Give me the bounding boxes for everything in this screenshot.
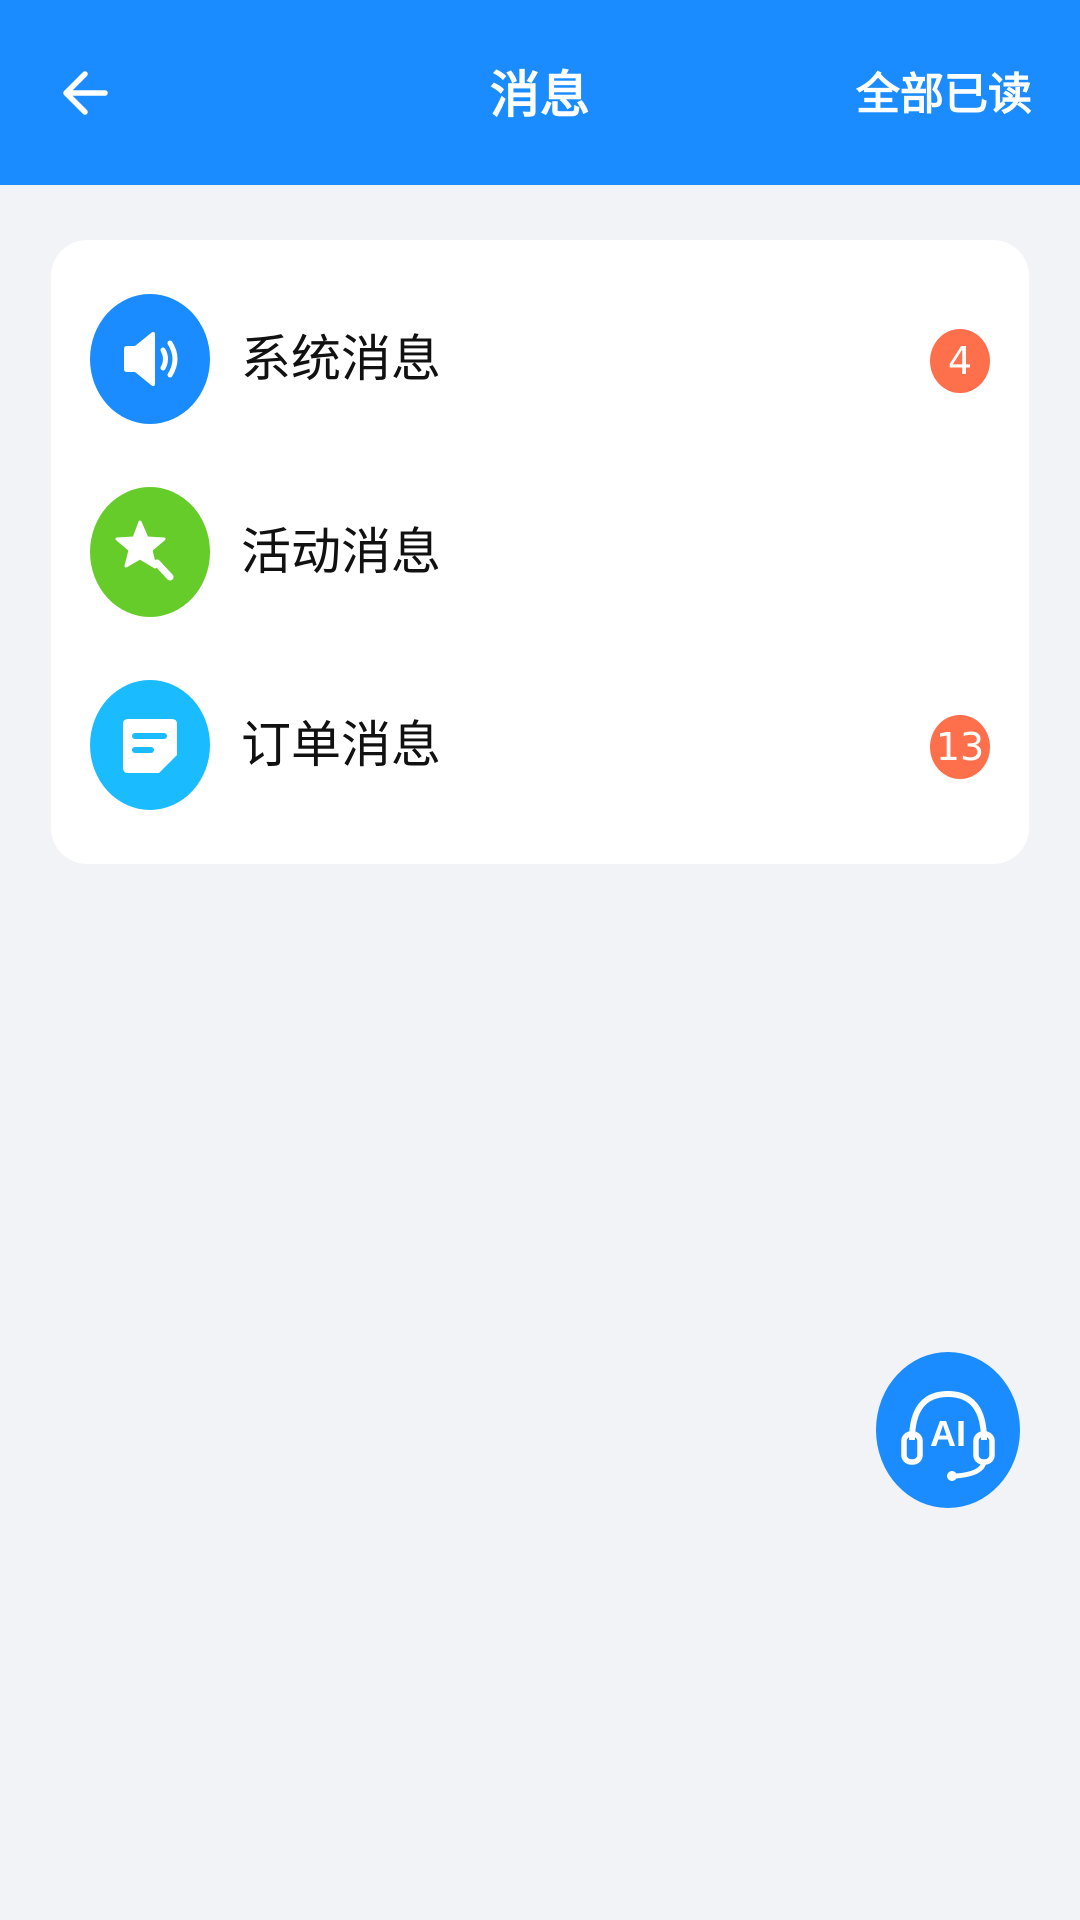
list-item-order-messages[interactable]: 订单消息 13 — [51, 665, 1029, 825]
list-item-label: 活动消息 — [241, 523, 441, 581]
list-item-system-messages[interactable]: 系统消息 4 — [51, 279, 1029, 439]
unread-count-badge: 13 — [930, 715, 990, 779]
list-item-label: 系统消息 — [241, 330, 441, 388]
ai-assistant-button[interactable]: AI — [876, 1352, 1020, 1508]
message-category-list: 系统消息 4 活动消息 订单消息 13 — [51, 240, 1029, 864]
ai-headset-icon: AI — [901, 1390, 995, 1481]
list-item-label: 订单消息 — [241, 716, 441, 774]
speaker-icon — [90, 294, 210, 424]
ai-label: AI — [930, 1413, 966, 1454]
unread-count-badge: 4 — [930, 329, 990, 393]
order-note-icon — [90, 680, 210, 810]
mark-all-read-button[interactable]: 全部已读 — [856, 0, 1032, 190]
header-bar: 消息 全部已读 — [0, 0, 1080, 185]
star-wand-icon — [90, 487, 210, 617]
list-item-activity-messages[interactable]: 活动消息 — [51, 472, 1029, 632]
